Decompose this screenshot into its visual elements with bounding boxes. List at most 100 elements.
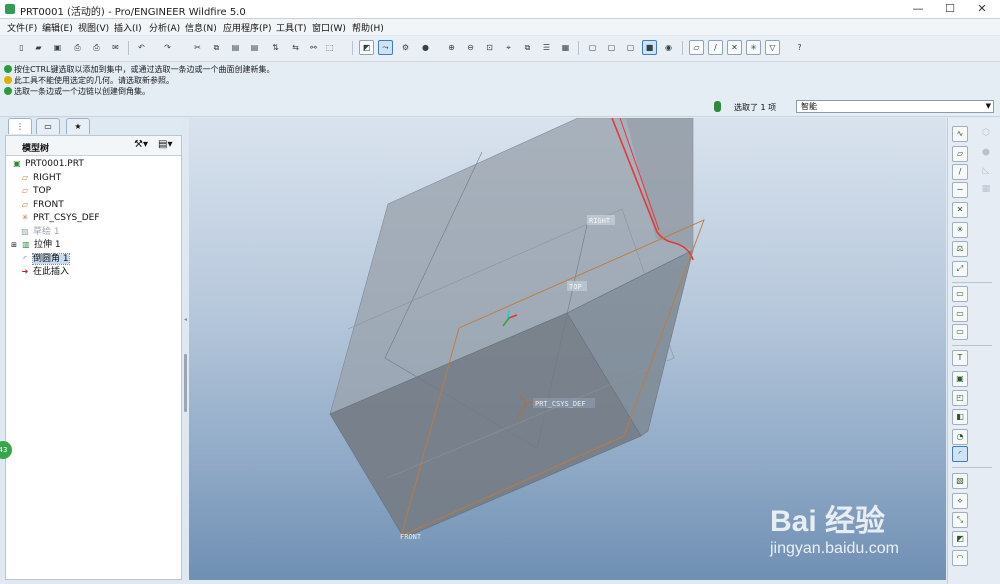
pattern-tool-icon[interactable]: ▧ <box>952 473 968 489</box>
menu-help[interactable]: 帮助(H) <box>352 21 384 34</box>
folder-browser-tab-icon[interactable]: ▭ <box>36 118 60 134</box>
selection-box-icon[interactable]: ⬚ <box>322 40 337 55</box>
tree-item-sketch[interactable]: ▨ 草绘 1 <box>20 226 59 238</box>
datum-axis-display-icon[interactable]: / <box>708 40 723 55</box>
spin-center-icon[interactable]: ⚙ <box>398 40 413 55</box>
datum-curve-icon[interactable]: ∿ <box>952 126 968 142</box>
menu-tools[interactable]: 工具(T) <box>276 21 307 34</box>
coordinate-tool-icon[interactable]: ⤢ <box>952 261 968 277</box>
tree-item-round[interactable]: ◜ 倒圆角 1 <box>20 253 70 265</box>
shading-icon[interactable]: ● <box>418 40 433 55</box>
expand-icon[interactable]: ⊞ <box>10 239 18 251</box>
datum-label-front[interactable]: FRONT <box>400 533 422 541</box>
regenerate-icon[interactable]: ⇅ <box>268 40 283 55</box>
selection-filter-dropdown[interactable]: 智能 ▼ <box>796 100 994 113</box>
shell-tool-icon[interactable]: ⬡ <box>978 126 994 142</box>
tree-settings-icon[interactable]: ⚒▾ <box>134 139 148 150</box>
redo-icon[interactable]: ↷ <box>160 40 175 55</box>
style-tool-icon[interactable]: ▦ <box>978 182 994 198</box>
collapse-left-icon[interactable]: ◂ <box>184 316 188 323</box>
menu-analysis[interactable]: 分析(A) <box>149 21 180 34</box>
cut-icon[interactable]: ✂ <box>190 40 205 55</box>
copy-icon[interactable]: ⧉ <box>209 40 224 55</box>
view-manager-icon[interactable]: ▦ <box>558 40 573 55</box>
hole-tool-icon[interactable]: ◔ <box>952 429 968 445</box>
refit-icon[interactable]: ⊡ <box>482 40 497 55</box>
hidden-line-icon[interactable]: ▢ <box>604 40 619 55</box>
toolbar-separator <box>352 41 353 55</box>
menu-view[interactable]: 视图(V) <box>78 21 109 34</box>
new-file-icon[interactable]: ▯ <box>14 40 29 55</box>
reorient-icon[interactable]: ⌖ <box>501 40 516 55</box>
sweep-tool-icon[interactable]: ◰ <box>952 390 968 406</box>
context-help-icon[interactable]: ? <box>792 40 807 55</box>
enhanced-realism-icon[interactable]: ◉ <box>661 40 676 55</box>
maximize-button[interactable]: ☐ <box>934 0 966 18</box>
datum-axis-tool-icon[interactable]: / <box>952 164 968 180</box>
undo-icon[interactable]: ↶ <box>134 40 149 55</box>
favorites-tab-icon[interactable]: ★ <box>66 118 90 134</box>
menu-edit[interactable]: 编辑(E) <box>42 21 73 34</box>
annotation-display-icon[interactable]: ▽ <box>765 40 780 55</box>
save-icon[interactable]: ▣ <box>50 40 65 55</box>
menu-info[interactable]: 信息(N) <box>185 21 217 34</box>
trim-tool-icon[interactable]: ◩ <box>952 531 968 547</box>
wireframe-icon[interactable]: ▢ <box>585 40 600 55</box>
model-tree-tab-icon[interactable]: ⋮ <box>8 118 32 134</box>
email-icon[interactable]: ✉ <box>108 40 123 55</box>
zoom-in-icon[interactable]: ⊕ <box>444 40 459 55</box>
tree-columns-icon[interactable]: ▤▾ <box>158 139 172 150</box>
zoom-out-icon[interactable]: ⊖ <box>463 40 478 55</box>
print-icon[interactable]: ⎙ <box>70 40 85 55</box>
tree-item-extrude[interactable]: ⊞ ▥ 拉伸 1 <box>10 239 61 251</box>
no-hidden-icon[interactable]: ▢ <box>623 40 638 55</box>
extrude-tool-icon[interactable]: T <box>952 350 968 366</box>
menu-file[interactable]: 文件(F) <box>7 21 37 34</box>
datum-point-display-icon[interactable]: ✕ <box>727 40 742 55</box>
merge-tool-icon[interactable]: ⤡ <box>952 512 968 528</box>
print-preview-icon[interactable]: ⎙ <box>89 40 104 55</box>
close-button[interactable]: ✕ <box>966 0 998 18</box>
menu-insert[interactable]: 插入(I) <box>114 21 142 34</box>
draft-tool-icon[interactable]: ◺ <box>978 164 994 180</box>
layers-icon[interactable]: ☰ <box>539 40 554 55</box>
blend-tool-icon[interactable]: ◧ <box>952 409 968 425</box>
repaint-icon[interactable]: ◩ <box>359 40 374 55</box>
datum-label-right[interactable]: RIGHT <box>589 217 611 225</box>
menu-window[interactable]: 窗口(W) <box>312 21 346 34</box>
csys-display-icon[interactable]: ✳ <box>746 40 761 55</box>
tree-item-part[interactable]: ▣ PRT0001.PRT <box>12 158 84 170</box>
sketch-curve-icon[interactable]: ∼ <box>952 182 968 198</box>
orient-mode-icon[interactable]: ⤳ <box>378 40 393 55</box>
revolve-tool-icon[interactable]: ▣ <box>952 371 968 387</box>
paste-special-icon[interactable]: ▤ <box>247 40 262 55</box>
datum-label-csys[interactable]: PRT_CSYS_DEF <box>535 400 586 408</box>
mirror-tool-icon[interactable]: ⟡ <box>952 493 968 509</box>
open-folder-icon[interactable]: ▰ <box>31 40 46 55</box>
saved-views-icon[interactable]: ⧉ <box>520 40 535 55</box>
analysis-tool-icon[interactable]: ⚖ <box>952 241 968 257</box>
rib-tool-icon[interactable]: ⬢ <box>978 146 994 162</box>
tree-item-csys[interactable]: ✳ PRT_CSYS_DEF <box>20 212 100 224</box>
datum-plane-tool-icon[interactable]: ▱ <box>952 146 968 162</box>
copy-feature-icon[interactable]: ▭ <box>952 324 968 340</box>
datum-plane-display-icon[interactable]: ▱ <box>689 40 704 55</box>
edit-sketch-icon[interactable]: ▭ <box>952 306 968 322</box>
find-icon[interactable]: ⚯ <box>306 40 321 55</box>
tree-item-front[interactable]: ▱ FRONT <box>20 199 64 211</box>
menu-applications[interactable]: 应用程序(P) <box>223 21 271 34</box>
round-tool-icon[interactable]: ◜ <box>952 446 968 462</box>
csys-tool-icon[interactable]: ✳ <box>952 222 968 238</box>
offset-tool-icon[interactable]: ◠ <box>952 550 968 566</box>
regen-manager-icon[interactable]: ⇆ <box>288 40 303 55</box>
sketch-tool-icon[interactable]: ▭ <box>952 286 968 302</box>
tree-item-right[interactable]: ▱ RIGHT <box>20 172 61 184</box>
paste-icon[interactable]: ▤ <box>228 40 243 55</box>
datum-point-tool-icon[interactable]: ✕ <box>952 202 968 218</box>
shaded-icon[interactable]: ■ <box>642 40 657 55</box>
minimize-button[interactable]: — <box>902 0 934 18</box>
tree-item-top[interactable]: ▱ TOP <box>20 185 51 197</box>
tree-item-insert-here[interactable]: ➜ 在此插入 <box>20 266 69 278</box>
datum-label-top[interactable]: TOP <box>569 283 582 291</box>
splitter-handle[interactable] <box>184 354 187 412</box>
